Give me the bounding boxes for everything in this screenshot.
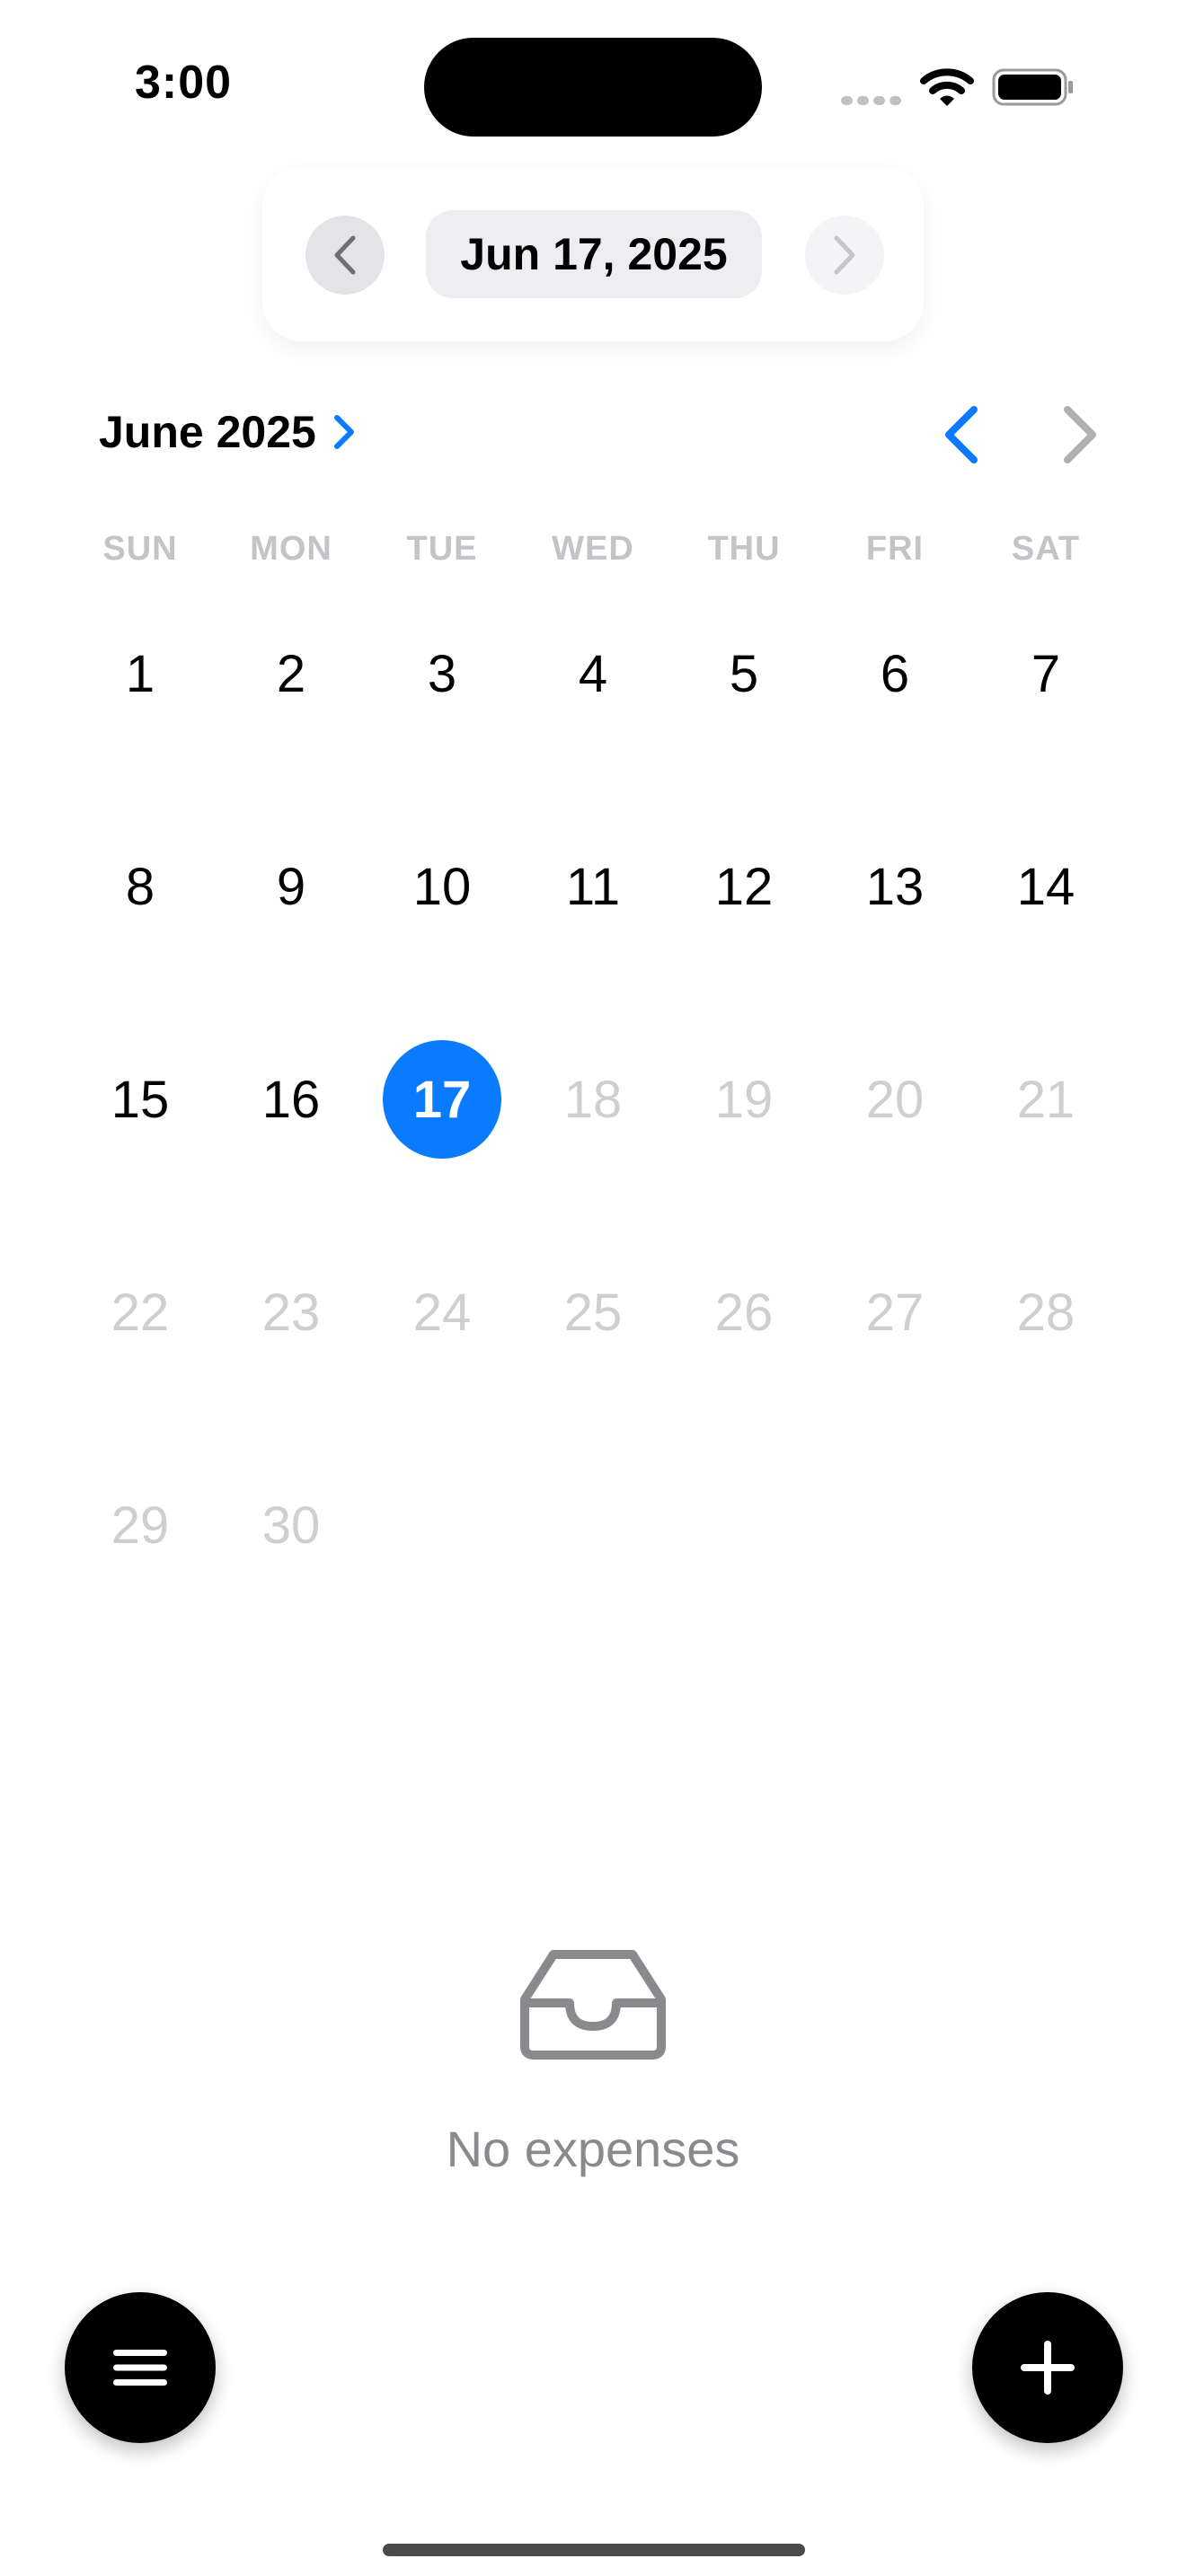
calendar-day[interactable]: 1 [81,614,199,733]
weekday-header: SUN MON TUE WED THU FRI SAT [65,530,1121,569]
calendar-day-disabled: 26 [714,1283,774,1342]
calendar-day-selected[interactable]: 17 [383,1040,501,1159]
calendar-day[interactable]: 10 [383,827,501,946]
dynamic-island [424,38,762,137]
month-picker-toggle[interactable]: June 2025 [99,406,356,458]
calendar-day[interactable]: 16 [232,1040,350,1159]
month-label: June 2025 [99,407,316,457]
previous-day-button[interactable] [305,216,385,295]
empty-state-message: No expenses [446,2121,740,2177]
previous-month-button[interactable] [934,402,988,467]
calendar-day-disabled: 28 [1016,1283,1075,1342]
weekday-label: SUN [102,530,178,568]
weekday-label: WED [552,530,634,568]
weekday-label: TUE [406,530,478,568]
calendar-day-disabled: 24 [412,1283,472,1342]
calendar-day-disabled: 30 [261,1495,321,1555]
home-indicator[interactable] [383,2544,805,2556]
calendar-day-disabled: 19 [714,1070,774,1129]
calendar-day[interactable]: 7 [987,614,1105,733]
weekday-label: MON [250,530,332,568]
status-time: 3:00 [135,57,233,109]
calendar-day[interactable]: 13 [836,827,954,946]
weekday-label: THU [707,530,781,568]
add-expense-button[interactable] [972,2292,1123,2443]
calendar-day[interactable]: 8 [81,827,199,946]
weekday-label: FRI [865,530,925,568]
calendar-day[interactable]: 12 [685,827,803,946]
next-day-button[interactable] [805,216,884,295]
calendar-day-disabled: 20 [865,1070,925,1129]
battery-icon [992,68,1073,106]
calendar-day-grid: 1 2 3 4 5 6 7 8 9 10 11 12 13 14 15 16 1… [65,614,1121,1679]
chevron-right-icon [333,415,354,449]
calendar-day[interactable]: 14 [987,827,1105,946]
weekday-label: SAT [1011,530,1081,568]
menu-button[interactable] [65,2292,216,2443]
calendar-day-disabled: 27 [865,1283,925,1342]
calendar-day[interactable]: 9 [232,827,350,946]
calendar-day[interactable]: 3 [383,614,501,733]
calendar-day[interactable]: 11 [534,827,652,946]
calendar-day[interactable]: 15 [81,1040,199,1159]
cellular-signal-icon [841,93,906,110]
tray-icon [520,1950,666,2060]
plus-icon [1021,2341,1075,2395]
wifi-icon [920,68,974,106]
calendar-day-disabled: 18 [563,1070,623,1129]
calendar-day-disabled: 21 [1016,1070,1075,1129]
next-month-button[interactable] [1053,402,1107,467]
calendar-day[interactable]: 5 [685,614,803,733]
calendar-day[interactable]: 2 [232,614,350,733]
selected-date-pill[interactable]: Jun 17, 2025 [426,210,762,298]
chevron-right-icon [834,235,855,275]
calendar-day-disabled: 22 [111,1283,170,1342]
calendar-day-disabled: 25 [563,1283,623,1342]
menu-icon [113,2350,167,2386]
calendar-day[interactable]: 4 [534,614,652,733]
chevron-left-icon [334,235,356,275]
calendar-day[interactable]: 6 [836,614,954,733]
calendar-day-disabled: 29 [111,1495,170,1555]
calendar-day-disabled: 23 [261,1283,321,1342]
